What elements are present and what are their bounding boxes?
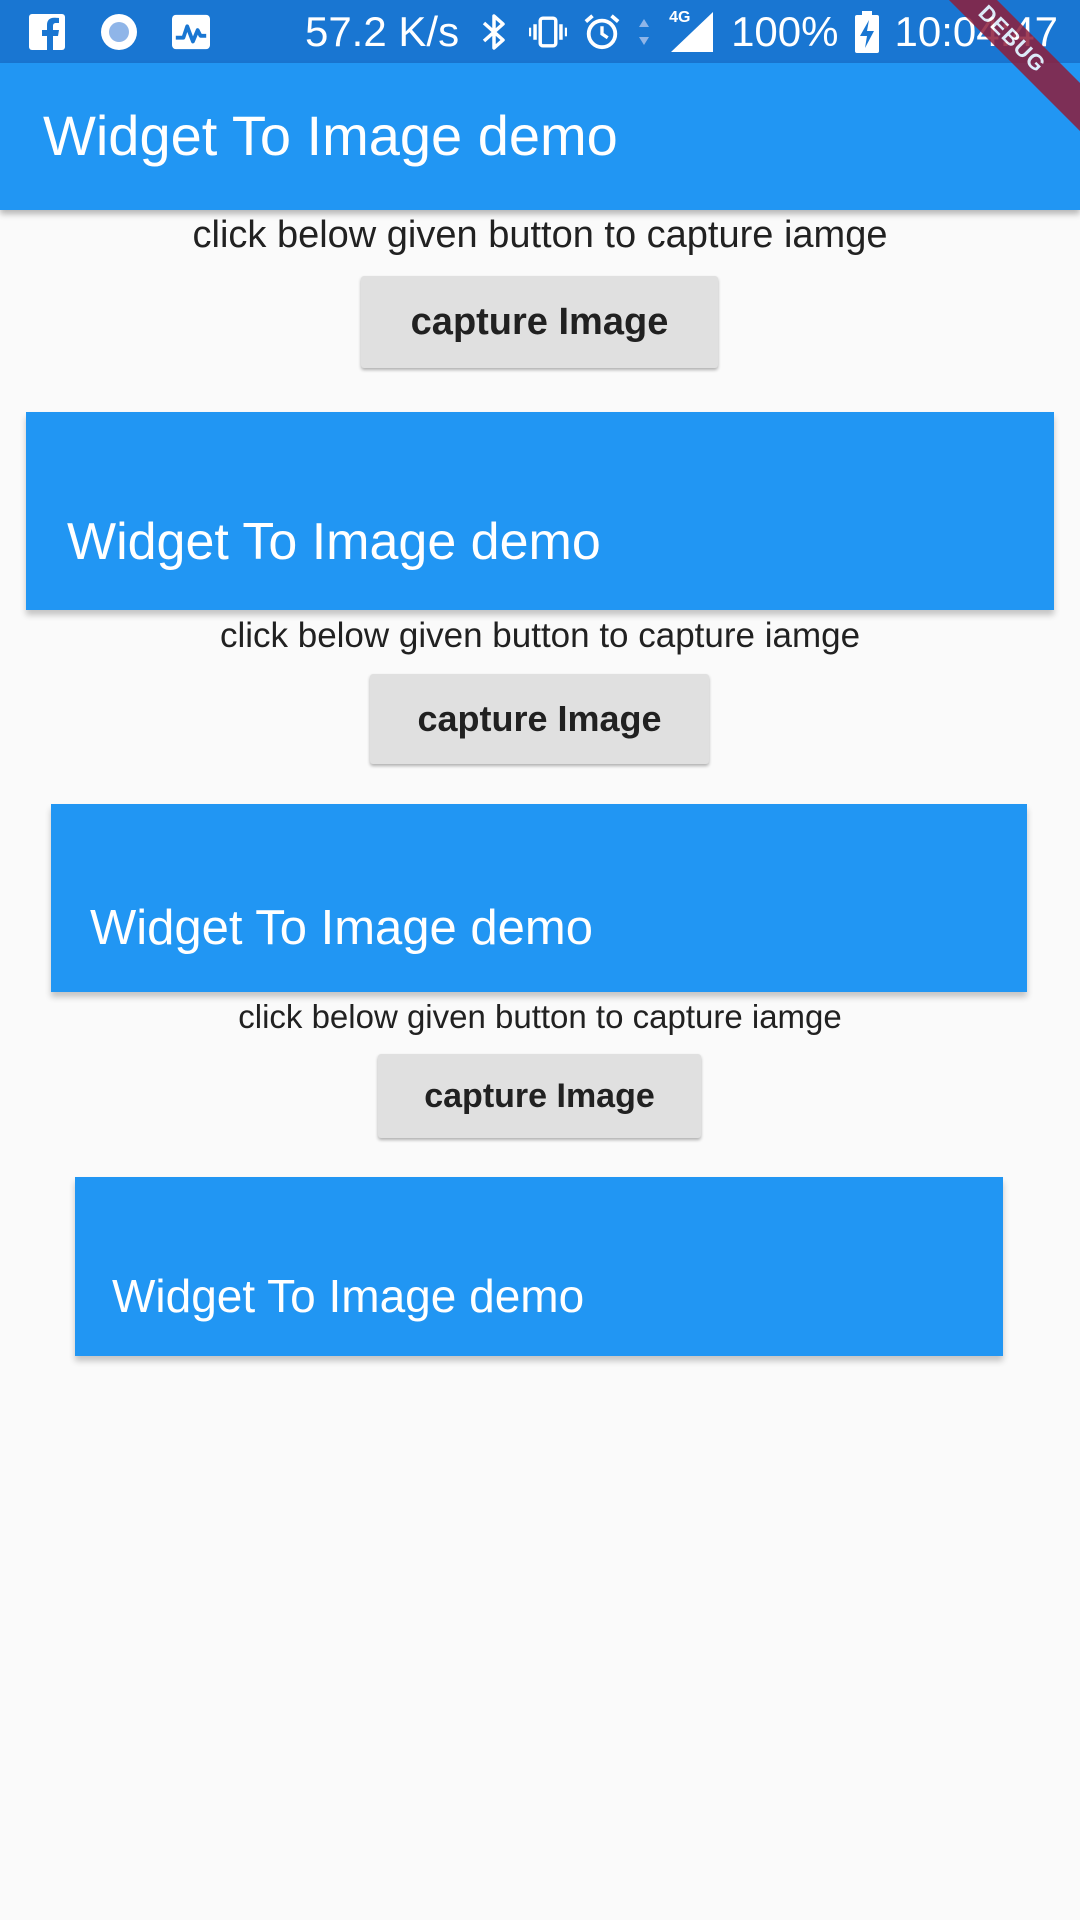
captured-image-2-title: Widget To Image demo <box>90 901 593 955</box>
vibrate-icon <box>529 13 568 51</box>
alarm-icon <box>583 13 621 51</box>
instruction-text: click below given button to capture iamg… <box>192 214 888 256</box>
status-bar-notifications <box>28 12 210 52</box>
captured-image-3-title: Widget To Image demo <box>112 1270 585 1322</box>
capture-image-button[interactable]: capture Image <box>361 276 718 368</box>
captured-image-2-instruction-text: click below given button to capture iamg… <box>238 998 842 1035</box>
activity-monitor-icon <box>172 13 210 51</box>
app-bar: Widget To Image demo <box>0 63 1080 210</box>
app-bar-title: Widget To Image demo <box>43 104 618 167</box>
status-bar-system: 57.2 K/s 4G 100% 10:04:47 <box>305 8 1058 56</box>
signal-icon: 4G <box>667 9 715 52</box>
bluetooth-icon <box>475 13 513 51</box>
captured-image-1-title: Widget To Image demo <box>67 513 601 571</box>
battery-percent: 100% <box>731 8 839 55</box>
captured-image-3: Widget To Image demo <box>75 1177 1003 1356</box>
network-type-label: 4G <box>669 9 691 26</box>
captured-image-2: Widget To Image demo <box>51 804 1027 992</box>
status-bar: 57.2 K/s 4G 100% 10:04:47 <box>0 0 1080 63</box>
battery-charging-icon <box>854 11 879 53</box>
captured-image-1-instruction-text: click below given button to capture iamg… <box>219 616 861 655</box>
circle-app-icon <box>100 13 138 51</box>
data-arrows-icon <box>637 13 651 51</box>
facebook-icon <box>28 13 66 51</box>
net-speed: 57.2 K/s <box>304 8 460 55</box>
captured-image-1-capture-button: capture Image <box>370 674 709 764</box>
captured-image-2-capture-button: capture Image <box>378 1054 701 1138</box>
captured-image-1: Widget To Image demo <box>26 412 1054 610</box>
